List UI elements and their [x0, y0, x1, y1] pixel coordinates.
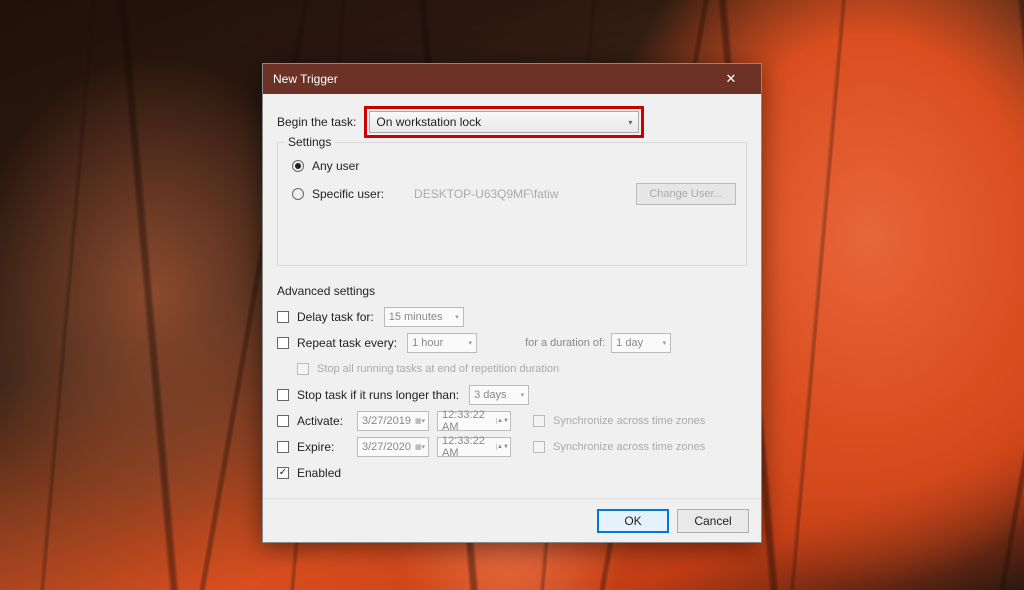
window-title: New Trigger: [273, 72, 711, 86]
advanced-settings: Advanced settings Delay task for: 15 min…: [277, 284, 747, 484]
cancel-button[interactable]: Cancel: [677, 509, 749, 533]
titlebar: New Trigger ✕: [263, 64, 761, 94]
enabled-row: Enabled: [277, 462, 747, 484]
change-user-button[interactable]: Change User...: [636, 183, 736, 205]
activate-date-input[interactable]: 3/27/2019 ▦▾: [357, 411, 429, 431]
activate-label: Activate:: [297, 414, 347, 428]
expire-time-input[interactable]: 12:33:22 AM ▲▼: [437, 437, 511, 457]
close-icon[interactable]: ✕: [711, 71, 751, 87]
repeat-checkbox[interactable]: [277, 337, 289, 349]
ok-button[interactable]: OK: [597, 509, 669, 533]
dialog-footer: OK Cancel: [263, 498, 761, 542]
activate-time: 12:33:22 AM: [442, 409, 492, 433]
specific-user-radio[interactable]: [292, 188, 304, 200]
expire-date: 3/27/2020: [362, 441, 411, 453]
repeat-label: Repeat task every:: [297, 336, 397, 350]
duration-label: for a duration of:: [525, 337, 605, 349]
any-user-label: Any user: [312, 159, 359, 173]
delay-row: Delay task for: 15 minutes ▾: [277, 306, 747, 328]
begin-task-label: Begin the task:: [277, 115, 356, 129]
duration-dropdown[interactable]: 1 day ▾: [611, 333, 671, 353]
activate-checkbox[interactable]: [277, 415, 289, 427]
calendar-icon: ▦▾: [415, 417, 425, 425]
expire-time: 12:33:22 AM: [442, 435, 492, 459]
chevron-down-icon: ▾: [521, 391, 525, 399]
dialog-body: Begin the task: On workstation lock ▾ Se…: [263, 94, 761, 498]
specific-user-row: Specific user: DESKTOP-U63Q9MF\fatiw Cha…: [292, 183, 736, 205]
any-user-row: Any user: [292, 159, 736, 173]
stop-if-checkbox[interactable]: [277, 389, 289, 401]
activate-sync-row: Synchronize across time zones: [533, 415, 705, 427]
activate-time-input[interactable]: 12:33:22 AM ▲▼: [437, 411, 511, 431]
delay-dropdown[interactable]: 15 minutes ▾: [384, 307, 464, 327]
expire-sync-checkbox: [533, 441, 545, 453]
delay-checkbox[interactable]: [277, 311, 289, 323]
specific-user-value: DESKTOP-U63Q9MF\fatiw: [414, 187, 558, 201]
stop-all-checkbox: [297, 363, 309, 375]
any-user-radio[interactable]: [292, 160, 304, 172]
expire-date-input[interactable]: 3/27/2020 ▦▾: [357, 437, 429, 457]
repeat-row: Repeat task every: 1 hour ▾ for a durati…: [277, 332, 747, 354]
activate-sync-checkbox: [533, 415, 545, 427]
settings-legend: Settings: [284, 135, 335, 149]
begin-task-dropdown[interactable]: On workstation lock ▾: [369, 111, 639, 133]
chevron-down-icon: ▾: [628, 118, 632, 127]
activate-sync-label: Synchronize across time zones: [553, 415, 705, 427]
repeat-dropdown[interactable]: 1 hour ▾: [407, 333, 477, 353]
stop-if-label: Stop task if it runs longer than:: [297, 388, 459, 402]
delay-value: 15 minutes: [389, 311, 443, 323]
activate-date: 3/27/2019: [362, 415, 411, 427]
specific-user-label: Specific user:: [312, 187, 384, 201]
stop-if-value: 3 days: [474, 389, 506, 401]
expire-checkbox[interactable]: [277, 441, 289, 453]
spinner-icon: ▲▼: [496, 418, 506, 424]
calendar-icon: ▦▾: [415, 443, 425, 451]
settings-group: Settings Any user Specific user: DESKTOP…: [277, 142, 747, 266]
stop-if-dropdown[interactable]: 3 days ▾: [469, 385, 529, 405]
new-trigger-dialog: New Trigger ✕ Begin the task: On worksta…: [262, 63, 762, 543]
delay-label: Delay task for:: [297, 310, 374, 324]
advanced-title: Advanced settings: [277, 284, 747, 298]
activate-row: Activate: 3/27/2019 ▦▾ 12:33:22 AM ▲▼ Sy…: [277, 410, 747, 432]
chevron-down-icon: ▾: [469, 339, 473, 347]
stop-all-row: Stop all running tasks at end of repetit…: [297, 358, 747, 380]
repeat-value: 1 hour: [412, 337, 443, 349]
enabled-checkbox[interactable]: [277, 467, 289, 479]
expire-sync-row: Synchronize across time zones: [533, 441, 705, 453]
begin-task-value: On workstation lock: [376, 115, 481, 129]
spinner-icon: ▲▼: [496, 444, 506, 450]
duration-value: 1 day: [616, 337, 643, 349]
enabled-label: Enabled: [297, 466, 341, 480]
stop-all-label: Stop all running tasks at end of repetit…: [317, 363, 559, 375]
chevron-down-icon: ▾: [663, 339, 667, 347]
highlight-box: On workstation lock ▾: [364, 106, 644, 138]
expire-row: Expire: 3/27/2020 ▦▾ 12:33:22 AM ▲▼ Sync…: [277, 436, 747, 458]
expire-label: Expire:: [297, 440, 347, 454]
expire-sync-label: Synchronize across time zones: [553, 441, 705, 453]
stop-if-row: Stop task if it runs longer than: 3 days…: [277, 384, 747, 406]
chevron-down-icon: ▾: [455, 313, 459, 321]
begin-task-row: Begin the task: On workstation lock ▾: [277, 106, 747, 138]
